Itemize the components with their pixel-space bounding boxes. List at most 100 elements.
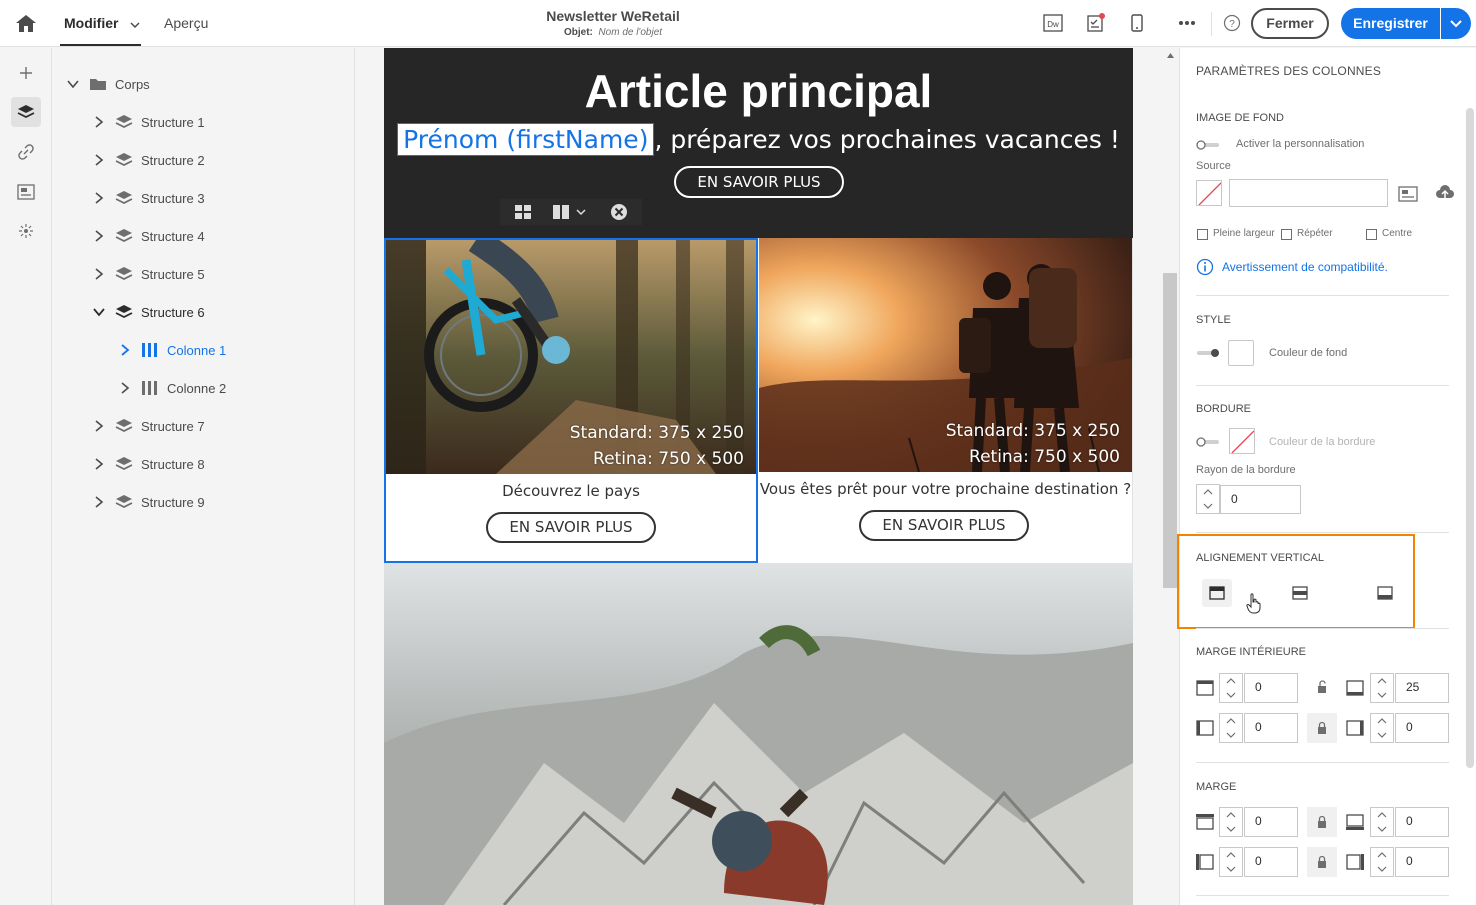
padding-top-stepper[interactable] — [1219, 673, 1243, 703]
bg-color-toggle[interactable] — [1196, 347, 1220, 359]
tree-item-structure-7[interactable]: Structure 7 — [93, 414, 205, 438]
personalize-toggle[interactable] — [1196, 139, 1220, 151]
more-icon[interactable] — [1176, 12, 1198, 34]
align-bottom-button[interactable] — [1370, 579, 1400, 607]
border-color-swatch[interactable] — [1229, 428, 1255, 454]
svg-text:Dw: Dw — [1047, 20, 1059, 29]
personalization-field[interactable]: Prénom (firstName) — [397, 123, 655, 156]
scroll-up-icon[interactable] — [1166, 52, 1175, 59]
layers-icon[interactable] — [11, 97, 41, 127]
margin-top-input[interactable]: 0 — [1244, 807, 1298, 837]
close-icon[interactable] — [610, 203, 628, 221]
margin-left-stepper[interactable] — [1219, 847, 1243, 877]
hero-subtitle[interactable]: Prénom (firstName), préparez vos prochai… — [384, 123, 1133, 156]
padding-bottom-stepper[interactable] — [1370, 673, 1394, 703]
chevron-right-icon[interactable] — [93, 116, 105, 128]
align-top-button[interactable] — [1202, 579, 1232, 607]
no-color-swatch[interactable] — [1196, 180, 1222, 206]
border-radius-input[interactable]: 0 — [1220, 485, 1301, 514]
border-toggle[interactable] — [1196, 436, 1220, 448]
canvas-scrollbar[interactable] — [1162, 48, 1179, 905]
margin-top-stepper[interactable] — [1219, 807, 1243, 837]
dreamweaver-icon[interactable]: Dw — [1042, 12, 1064, 34]
caption-standard: Standard: 375 x 250 — [569, 423, 744, 443]
chevron-right-icon[interactable] — [93, 230, 105, 242]
chevron-right-icon[interactable] — [93, 268, 105, 280]
tree-item-structure-9[interactable]: Structure 9 — [93, 490, 205, 514]
chevron-down-icon[interactable] — [67, 78, 79, 90]
hikers-image[interactable]: Standard: 375 x 250 Retina: 750 x 500 — [759, 238, 1132, 472]
margin-bottom-input[interactable]: 0 — [1395, 807, 1449, 837]
chevron-down-icon[interactable] — [93, 306, 105, 318]
email-column-1[interactable]: Standard: 375 x 250 Retina: 750 x 500 Dé… — [384, 238, 758, 563]
tree-item-structure-1[interactable]: Structure 1 — [93, 110, 205, 134]
chevron-right-icon[interactable] — [93, 192, 105, 204]
mountain-image[interactable] — [384, 563, 1133, 905]
chevron-right-icon[interactable] — [119, 382, 131, 394]
chevron-down-icon[interactable] — [576, 208, 586, 216]
repeat-checkbox[interactable] — [1281, 229, 1292, 240]
tree-item-structure-3[interactable]: Structure 3 — [93, 186, 205, 210]
link-icon[interactable] — [11, 137, 41, 167]
column-cta-button[interactable]: EN SAVOIR PLUS — [859, 510, 1029, 541]
full-width-checkbox[interactable] — [1197, 229, 1208, 240]
image-picker-icon[interactable] — [1398, 186, 1418, 202]
assets-icon[interactable] — [11, 177, 41, 207]
margin-right-input[interactable]: 0 — [1395, 847, 1449, 877]
margin-left-input[interactable]: 0 — [1244, 847, 1298, 877]
mobile-icon[interactable] — [1126, 12, 1148, 34]
column-cta-button[interactable]: EN SAVOIR PLUS — [486, 512, 656, 543]
margin-lock-bottom-button[interactable] — [1307, 847, 1337, 877]
unlock-icon[interactable] — [1316, 680, 1328, 694]
tree-item-structure-6[interactable]: Structure 6 — [93, 300, 205, 324]
hero-block[interactable]: Article principal Prénom (firstName), pr… — [384, 48, 1133, 238]
checklist-icon[interactable] — [1085, 12, 1107, 34]
chevron-right-icon[interactable] — [93, 496, 105, 508]
compatibility-warning-link[interactable]: Avertissement de compatibilité. — [1222, 260, 1388, 274]
margin-lock-top-button[interactable] — [1307, 807, 1337, 837]
chevron-right-icon[interactable] — [119, 344, 131, 356]
chevron-right-icon[interactable] — [93, 154, 105, 166]
column-text[interactable]: Vous êtes prêt pour votre prochaine dest… — [759, 480, 1132, 498]
save-dropdown-button[interactable] — [1441, 8, 1471, 39]
column-text[interactable]: Découvrez le pays — [386, 482, 756, 500]
margin-bottom-stepper[interactable] — [1370, 807, 1394, 837]
padding-right-input[interactable]: 0 — [1395, 713, 1449, 743]
margin-right-stepper[interactable] — [1370, 847, 1394, 877]
chevron-right-icon[interactable] — [93, 458, 105, 470]
columns-icon[interactable] — [552, 204, 570, 220]
center-checkbox[interactable] — [1366, 229, 1377, 240]
subject-value[interactable]: Nom de l'objet — [598, 27, 662, 38]
padding-left-input[interactable]: 0 — [1244, 713, 1298, 743]
save-button[interactable]: Enregistrer — [1341, 8, 1440, 39]
hero-cta-button[interactable]: EN SAVOIR PLUS — [674, 166, 844, 198]
padding-top-input[interactable]: 0 — [1244, 673, 1298, 703]
add-icon[interactable] — [11, 58, 41, 88]
tree-item-corps[interactable]: Corps — [67, 72, 150, 96]
tree-item-structure-4[interactable]: Structure 4 — [93, 224, 205, 248]
chevron-right-icon[interactable] — [93, 420, 105, 432]
padding-right-stepper[interactable] — [1370, 713, 1394, 743]
tree-item-colonne-1[interactable]: Colonne 1 — [119, 338, 226, 362]
fragment-icon[interactable] — [11, 216, 41, 246]
tree-item-structure-5[interactable]: Structure 5 — [93, 262, 205, 286]
scrollbar-thumb[interactable] — [1163, 273, 1177, 588]
panel-scrollbar[interactable] — [1466, 108, 1474, 768]
upload-icon[interactable] — [1435, 185, 1455, 201]
tree-item-colonne-2[interactable]: Colonne 2 — [119, 376, 226, 400]
hero-title[interactable]: Article principal — [384, 64, 1133, 118]
border-radius-stepper[interactable] — [1196, 484, 1220, 514]
padding-left-stepper[interactable] — [1219, 713, 1243, 743]
padding-lock-button[interactable] — [1307, 713, 1337, 743]
tree-item-structure-8[interactable]: Structure 8 — [93, 452, 205, 476]
bg-color-swatch[interactable] — [1228, 340, 1254, 366]
source-input[interactable] — [1229, 179, 1388, 207]
bike-image[interactable]: Standard: 375 x 250 Retina: 750 x 500 — [386, 240, 756, 474]
grid-icon[interactable] — [514, 204, 532, 220]
close-button[interactable]: Fermer — [1251, 8, 1329, 39]
help-icon[interactable]: ? — [1221, 12, 1243, 34]
align-middle-button[interactable] — [1285, 579, 1315, 607]
padding-bottom-input[interactable]: 25 — [1395, 673, 1449, 703]
tree-item-structure-2[interactable]: Structure 2 — [93, 148, 205, 172]
email-column-2[interactable]: Standard: 375 x 250 Retina: 750 x 500 Vo… — [759, 238, 1133, 563]
